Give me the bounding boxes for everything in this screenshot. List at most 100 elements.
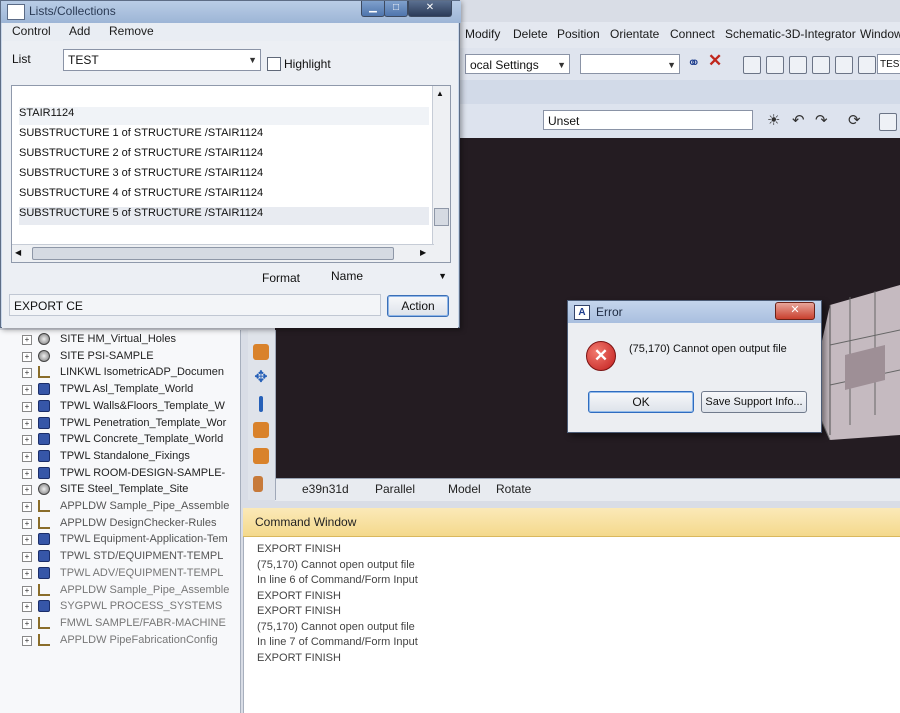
tree-icon [38,583,50,596]
sun-icon[interactable]: ☀ [767,111,780,129]
ok-button[interactable]: OK [588,391,694,413]
undo-icon[interactable]: ↶ [792,111,805,129]
expand-plus-icon[interactable]: + [22,635,32,646]
expand-plus-icon[interactable]: + [22,335,32,345]
grid-icon[interactable] [812,56,830,74]
tree-item-label: TPWL Standalone_Fixings [60,449,190,462]
expand-plus-icon[interactable]: + [22,451,32,462]
element-combo[interactable]: ▼ [580,54,680,74]
settings-combo[interactable]: ocal Settings ▼ [465,54,570,74]
table-icon[interactable] [835,56,853,74]
world-icon [38,533,50,546]
list-item[interactable]: SUBSTRUCTURE 4 of STRUCTURE /STAIR1124 [19,187,429,205]
unset-combo[interactable]: Unset [543,110,753,130]
expand-plus-icon[interactable]: + [22,485,32,496]
list-item[interactable]: SUBSTRUCTURE 2 of STRUCTURE /STAIR1124 [19,147,429,165]
expand-plus-icon[interactable]: + [22,418,32,429]
action-button[interactable]: Action [387,295,449,317]
expand-plus-icon[interactable]: + [22,568,32,579]
menu-remove[interactable]: Remove [109,24,154,38]
command-output-line: EXPORT FINISH [257,651,341,664]
save-support-info-button[interactable]: Save Support Info... [701,391,807,413]
maximize-button[interactable]: □ [384,1,408,17]
highlight-checkbox[interactable] [267,57,281,71]
menu-position[interactable]: Position [557,27,600,41]
tree-item-label: TPWL ROOM-DESIGN-SAMPLE- [60,466,226,479]
expand-plus-icon[interactable]: + [22,385,32,396]
clip-icon[interactable] [253,476,263,492]
world-icon [38,600,50,613]
box-icon[interactable] [253,422,269,438]
list-item[interactable]: STAIR1124 [19,107,429,125]
view-mode[interactable]: Model [448,482,481,496]
scroll-up-icon[interactable]: ▲ [436,89,444,98]
copy-icon[interactable] [743,56,761,74]
list-item[interactable]: SUBSTRUCTURE 1 of STRUCTURE /STAIR1124 [19,127,429,145]
scroll-thumb[interactable] [434,208,449,226]
menu-orientate[interactable]: Orientate [610,27,659,41]
expand-plus-icon[interactable]: + [22,585,32,596]
menu-add[interactable]: Add [69,24,90,38]
expand-plus-icon[interactable]: + [22,552,32,563]
expand-plus-icon[interactable]: + [22,502,32,512]
cube-icon[interactable] [253,448,269,464]
pin-icon[interactable] [259,396,263,412]
app-icon [7,4,25,20]
list-item[interactable]: SUBSTRUCTURE 3 of STRUCTURE /STAIR1124 [19,167,429,185]
vertical-scrollbar[interactable]: ▲ [432,86,450,262]
expand-plus-icon[interactable]: + [22,368,32,379]
main-menubar: Modify Delete Position Orientate Connect… [455,22,900,49]
scroll-left-icon[interactable]: ◀ [15,248,21,257]
scroll-right-icon[interactable]: ▶ [420,248,426,257]
expand-plus-icon[interactable]: + [22,401,32,412]
mouse-action[interactable]: Rotate [496,482,531,496]
close-button[interactable]: ✕ [408,1,452,17]
binoculars-icon[interactable]: ⚭ [687,53,700,73]
error-dialog-titlebar[interactable]: A Error ✕ [568,301,821,323]
form-icon[interactable] [789,56,807,74]
delete-x-icon[interactable]: ✕ [708,51,722,71]
project-combo[interactable]: TEST [877,54,900,74]
command-output-line: In line 6 of Command/Form Input [257,574,418,586]
list-select[interactable]: TEST ▼ [63,49,261,71]
minimize-button[interactable]: ▁ [361,1,385,17]
tree-item-label: SYGPWL PROCESS_SYSTEMS [60,600,223,613]
collection-listbox[interactable]: STAIR1124 SUBSTRUCTURE 1 of STRUCTURE /ST… [11,85,451,263]
command-input[interactable]: EXPORT CE [9,294,381,316]
error-message: (75,170) Cannot open output file [629,343,787,355]
redo-icon[interactable]: ↷ [815,111,828,129]
expand-plus-icon[interactable]: + [22,518,32,529]
expand-plus-icon[interactable]: + [22,468,32,479]
world-icon [38,383,50,396]
expand-plus-icon[interactable]: + [22,351,32,362]
format-select[interactable]: Name ▼ [323,266,451,286]
horizontal-scrollbar[interactable]: ◀ ▶ [12,244,434,262]
view-name: e39n31d [302,482,349,496]
expand-plus-icon[interactable]: + [22,435,32,446]
lists-window-titlebar[interactable]: Lists/Collections ▁ □ ✕ [1,1,461,23]
list-item[interactable]: SUBSTRUCTURE 5 of STRUCTURE /STAIR1124 [19,207,429,225]
menu-window[interactable]: Window [860,27,900,41]
projection-mode[interactable]: Parallel [375,482,415,496]
horizontal-scroll-thumb[interactable] [32,247,394,260]
menu-connect[interactable]: Connect [670,27,715,41]
walk-icon[interactable] [253,344,269,360]
menu-delete[interactable]: Delete [513,27,548,41]
lists-menubar: Control Add Remove [2,23,458,42]
print-icon[interactable] [879,113,897,131]
expand-plus-icon[interactable]: + [22,535,32,546]
menu-control[interactable]: Control [12,24,51,38]
expand-plus-icon[interactable]: + [22,618,32,629]
menu-schematic-3d-integrator[interactable]: Schematic-3D-Integrator [725,27,856,41]
refresh-icon[interactable]: ⟳ [848,111,861,129]
tree-item-label: TPWL Concrete_Template_World [60,433,224,446]
save-icon[interactable] [766,56,784,74]
expand-plus-icon[interactable]: + [22,602,32,613]
layout-icon[interactable] [858,56,876,74]
error-close-button[interactable]: ✕ [775,302,815,320]
move-arrows-icon[interactable]: ✥ [253,370,269,386]
lists-collections-window: Lists/Collections ▁ □ ✕ Control Add Remo… [0,0,461,328]
command-output-line: In line 7 of Command/Form Input [257,636,418,648]
command-output-line: (75,170) Cannot open output file [257,558,415,571]
menu-modify[interactable]: Modify [465,27,500,41]
